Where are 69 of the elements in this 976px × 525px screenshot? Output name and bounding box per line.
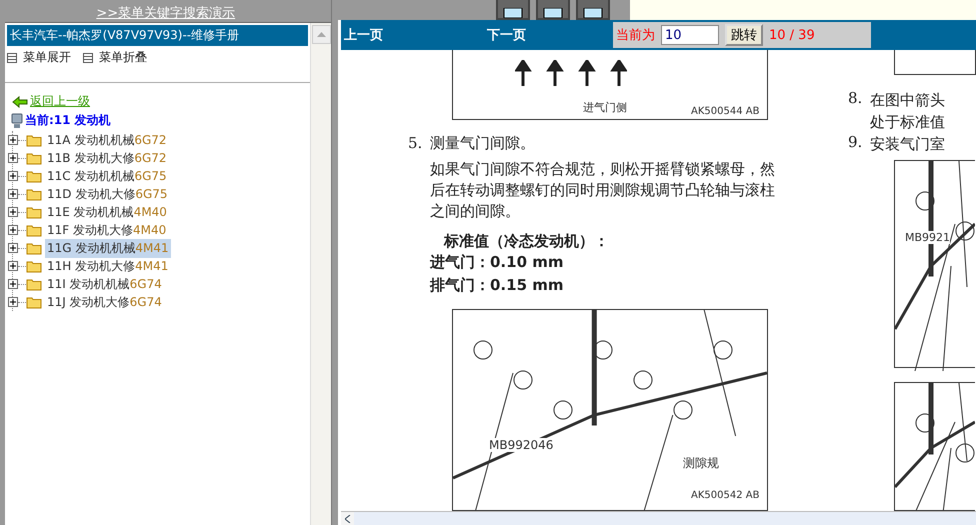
expand-icon[interactable] [8,189,18,199]
spec-heading: 标准值（冷态发动机）： [444,232,610,251]
tool-label: MB992046 [489,438,554,452]
tree-item[interactable]: 11H 发动机大修4M41 [45,256,170,276]
step-number: 9. [848,132,864,153]
previous-page-link[interactable]: 上一页 [344,26,383,44]
step-text: 安装气门室 [870,134,945,155]
expand-icon[interactable] [8,279,18,289]
page-count: 10 / 39 [769,28,815,42]
folder-icon [26,152,42,164]
expand-icon[interactable] [8,135,18,145]
figure-code: AK500544 AB [691,106,760,117]
window-icon [543,8,563,18]
back-link[interactable]: 返回上一级 [30,93,90,110]
spec-value: 排气门：0.15 mm [430,274,564,296]
expand-icon[interactable] [8,243,18,253]
tree-item[interactable]: 11A 发动机机械6G72 [45,130,169,150]
step-text: 处于标准值 [870,112,945,133]
step-number: 5. [408,134,424,153]
computer-icon [11,112,23,128]
tree-item[interactable]: 11F 发动机大修4M40 [45,220,168,240]
folder-icon [26,242,42,254]
view-control-button[interactable] [536,0,570,20]
step-text: 如果气门间隙不符合规范，则松开摇臂锁紧螺母，然后在转动调整螺钉的同时用测隙规调节凸轮轴与滚柱之间的间隙。 [430,158,776,222]
menu-toggle-button[interactable]: 菜单折叠 [83,49,147,66]
scroll-left-button[interactable] [341,512,354,525]
tree-item[interactable]: 11J 发动机大修6G74 [45,292,164,312]
folder-icon [26,278,42,290]
tree-item[interactable]: 11B 发动机大修6G72 [45,148,169,168]
up-arrow-icon [317,32,326,38]
step-number: 8. [848,88,864,109]
expand-icon[interactable] [8,171,18,181]
figure-caption: 进气门侧 [583,100,627,115]
view-control-button[interactable] [496,0,530,20]
page-input[interactable]: 10 [661,25,719,45]
tree-item[interactable]: 11D 发动机大修6G75 [45,184,170,204]
next-page-link[interactable]: 下一页 [487,26,526,44]
expand-icon[interactable] [8,207,18,217]
expand-icon[interactable] [8,225,18,235]
expand-icon[interactable] [8,261,18,271]
folder-icon [26,170,42,182]
go-button[interactable]: 跳转 [725,24,763,46]
figure-code: AK500542 AB [691,490,760,501]
folder-icon [26,260,42,272]
back-arrow-icon [12,96,28,108]
folder-icon [26,134,42,146]
folder-icon [26,296,42,308]
current-page-label: 当前为 [616,27,655,44]
expand-icon[interactable] [8,297,18,307]
tree-item[interactable]: 11C 发动机机械6G75 [45,166,169,186]
tree-item[interactable]: 11E 发动机机械4M40 [45,202,169,222]
folder-icon [26,206,42,218]
menu-toggle-button[interactable]: 菜单展开 [7,49,71,66]
current-section: 当前:11 发动机 [25,112,111,129]
manual-title: 长丰汽车--帕杰罗(V87V97V93)--维修手册 [7,25,308,46]
tree-item[interactable]: 11I 发动机机械6G74 [45,274,164,294]
window-icon [503,8,523,18]
step-text: 在图中箭头 [870,90,945,111]
expand-icon[interactable] [8,153,18,163]
tool-label: MB9921 [905,230,950,244]
view-control-button[interactable] [576,0,610,20]
window-icon [583,8,603,18]
gauge-label: 测隙规 [683,454,719,472]
folder-icon [26,188,42,200]
tree-item[interactable]: 11G 发动机机械4M41 [45,238,171,258]
spec-value: 进气门：0.10 mm [430,252,564,273]
step-title: 测量气门间隙。 [430,134,535,153]
folder-icon [26,224,42,236]
scroll-up-button[interactable] [312,25,332,44]
